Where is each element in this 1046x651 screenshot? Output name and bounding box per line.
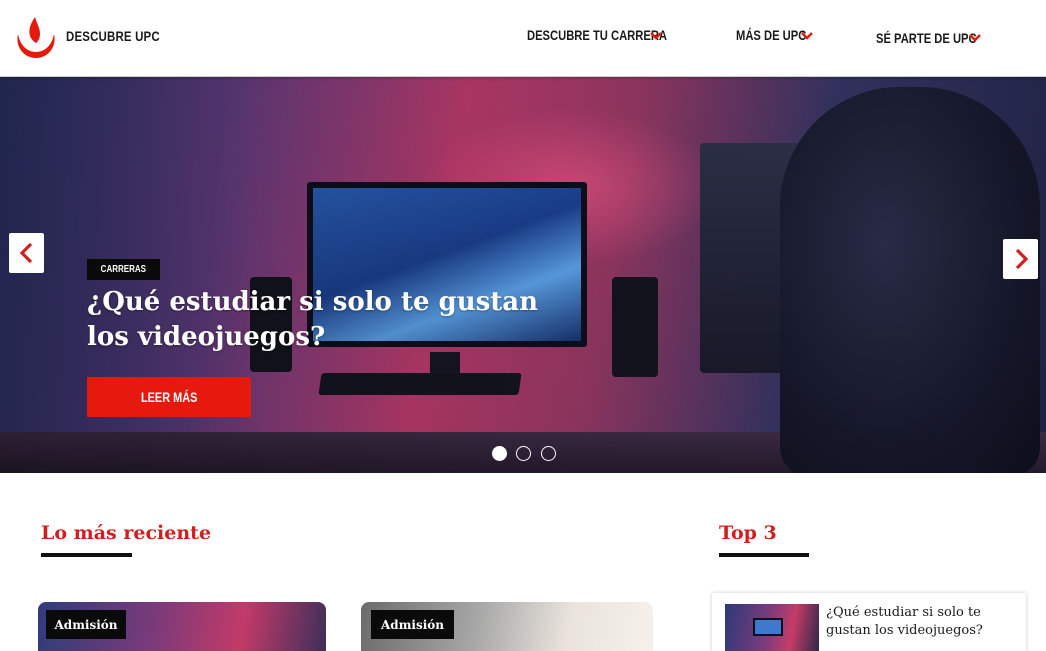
carousel-prev-button[interactable] <box>9 233 44 273</box>
read-more-label: LEER MÁS <box>140 389 198 405</box>
recent-title-underline <box>41 553 132 557</box>
card-category-tag[interactable]: Admisión <box>371 610 454 639</box>
hero-category-tag[interactable]: CARRERAS <box>87 259 160 280</box>
top3-item[interactable]: ¿Qué estudiar si solo te gustan los vide… <box>712 593 1026 651</box>
site-header: DESCUBRE UPC DESCUBRE TU CARRERA MÁS DE … <box>0 0 1046 77</box>
recent-card[interactable]: Admisión <box>361 602 653 651</box>
top3-item-thumbnail <box>725 604 819 651</box>
nav-label: DESCUBRE TU CARRERA <box>527 27 668 43</box>
upc-logo-icon[interactable] <box>14 16 58 60</box>
chevron-down-icon <box>969 34 981 42</box>
carousel-dot-3[interactable] <box>541 446 556 461</box>
read-more-button[interactable]: LEER MÁS <box>87 377 251 417</box>
nav-descubre-tu-carrera[interactable]: DESCUBRE TU CARRERA <box>527 27 702 43</box>
recent-section-title: Lo más reciente <box>41 522 212 544</box>
hero-title: ¿Qué estudiar si solo te gustan los vide… <box>87 287 539 352</box>
chevron-down-icon <box>650 32 662 40</box>
carousel-dot-1[interactable] <box>492 446 507 461</box>
nav-se-parte-de-upc[interactable]: SÉ PARTE DE UPC <box>876 30 1002 46</box>
top3-item-title[interactable]: ¿Qué estudiar si solo te gustan los vide… <box>826 604 1022 640</box>
thumbnail-monitor <box>753 618 783 636</box>
nav-label: SÉ PARTE DE UPC <box>876 30 977 46</box>
nav-mas-de-upc[interactable]: MÁS DE UPC <box>736 27 824 43</box>
chevron-right-icon <box>1015 248 1028 270</box>
top3-section-title: Top 3 <box>719 522 777 544</box>
carousel-dot-2[interactable] <box>516 446 531 461</box>
chevron-down-icon <box>801 32 813 40</box>
hero-category-label: CARRERAS <box>100 264 147 275</box>
nav-label: MÁS DE UPC <box>736 27 807 43</box>
brand-name[interactable]: DESCUBRE UPC <box>66 28 160 44</box>
top3-title-underline <box>719 553 809 557</box>
carousel-next-button[interactable] <box>1003 239 1038 279</box>
carousel-dots <box>0 446 1046 462</box>
chevron-left-icon <box>19 242 32 264</box>
hero-carousel: CARRERAS ¿Qué estudiar si solo te gustan… <box>0 77 1046 473</box>
recent-card[interactable]: Admisión <box>38 602 326 651</box>
card-category-tag[interactable]: Admisión <box>46 610 126 639</box>
